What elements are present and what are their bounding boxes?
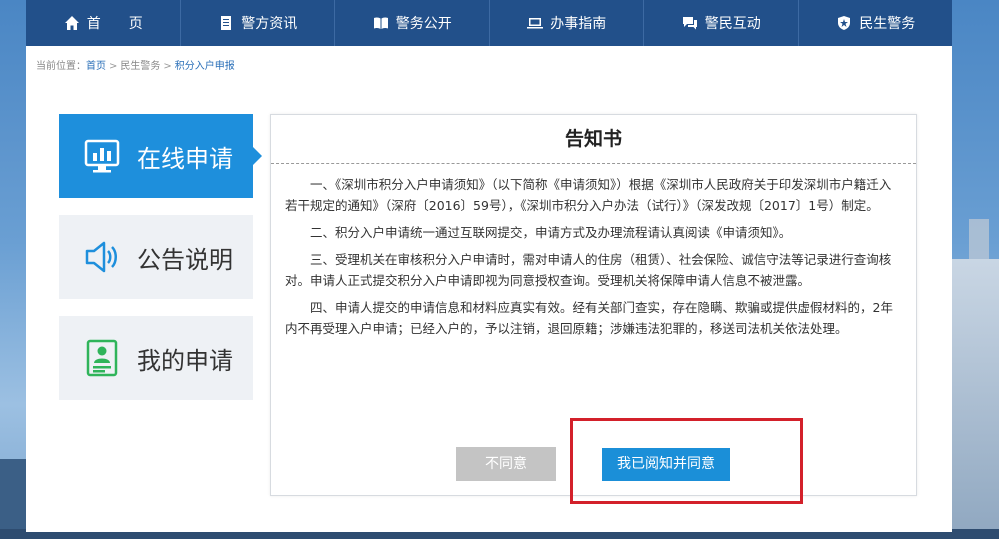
breadcrumb-section: 民生警务 [120, 61, 161, 72]
laptop-icon [526, 14, 544, 32]
nav-label: 警务公开 [395, 16, 452, 32]
nav-label: 警民互动 [704, 16, 761, 32]
nav-label: 首 页 [86, 16, 143, 32]
sidebar: 在线申请 公告说明 我的申请 [59, 114, 262, 417]
document-icon [217, 14, 235, 32]
nav-item-police-affairs[interactable]: 警务公开 [335, 0, 490, 46]
notice-paragraph: 四、申请人提交的申请信息和材料应真实有效。经有关部门查实，存在隐瞒、欺骗或提供虚… [285, 300, 893, 336]
chat-icon [681, 14, 699, 32]
breadcrumb-current-link[interactable]: 积分入户申报 [175, 61, 235, 72]
agree-button[interactable]: 我已阅知并同意 [602, 448, 730, 481]
top-navbar: 首 页 警方资讯 警务公开 办事指南 警民互动 民生警务 [26, 0, 952, 46]
user-document-icon [81, 337, 123, 379]
sidebar-item-announcement[interactable]: 公告说明 [59, 215, 253, 299]
nav-label: 办事指南 [550, 16, 607, 32]
notice-paragraph: 三、受理机关在审核积分入户申请时，需对申请人的住房（租赁）、社会保险、诚信守法等… [285, 252, 892, 288]
sidebar-item-label: 公告说明 [137, 245, 233, 274]
notice-panel: 告知书 一、《深圳市积分入户申请须知》（以下简称《申请须知》）根据《深圳市人民政… [270, 114, 917, 496]
sidebar-item-my-applications[interactable]: 我的申请 [59, 316, 253, 400]
notice-body: 一、《深圳市积分入户申请须知》（以下简称《申请须知》）根据《深圳市人民政府关于印… [271, 164, 916, 339]
breadcrumb-separator: > [163, 61, 172, 72]
sidebar-item-label: 我的申请 [137, 346, 233, 375]
nav-item-home[interactable]: 首 页 [26, 0, 181, 46]
nav-item-livelihood-police[interactable]: 民生警务 [799, 0, 953, 46]
sidebar-item-online-apply[interactable]: 在线申请 [59, 114, 262, 198]
breadcrumb-separator: > [109, 61, 118, 72]
main-page: 首 页 警方资讯 警务公开 办事指南 警民互动 民生警务 当前位置：首页 > 民… [26, 0, 952, 532]
nav-item-police-news[interactable]: 警方资讯 [181, 0, 335, 46]
breadcrumb-home-link[interactable]: 首页 [86, 61, 106, 72]
speaker-icon [81, 236, 123, 278]
nav-label: 民生警务 [859, 16, 916, 32]
notice-title: 告知书 [271, 115, 916, 164]
nav-item-interaction[interactable]: 警民互动 [644, 0, 799, 46]
nav-item-service-guide[interactable]: 办事指南 [490, 0, 644, 46]
police-badge-icon [835, 14, 853, 32]
chart-monitor-icon [81, 135, 123, 177]
home-icon [63, 14, 81, 32]
notice-paragraph: 二、积分入户申请统一通过互联网提交，申请方式及办理流程请认真阅读《申请须知》。 [310, 225, 792, 240]
notice-paragraph: 一、《深圳市积分入户申请须知》（以下简称《申请须知》）根据《深圳市人民政府关于印… [285, 177, 892, 213]
disagree-button[interactable]: 不同意 [456, 447, 556, 481]
open-book-icon [372, 14, 390, 32]
nav-label: 警方资讯 [241, 16, 298, 32]
breadcrumb: 当前位置：首页 > 民生警务 > 积分入户申报 [26, 46, 952, 88]
breadcrumb-prefix: 当前位置： [36, 61, 86, 72]
sidebar-item-label: 在线申请 [137, 144, 233, 173]
